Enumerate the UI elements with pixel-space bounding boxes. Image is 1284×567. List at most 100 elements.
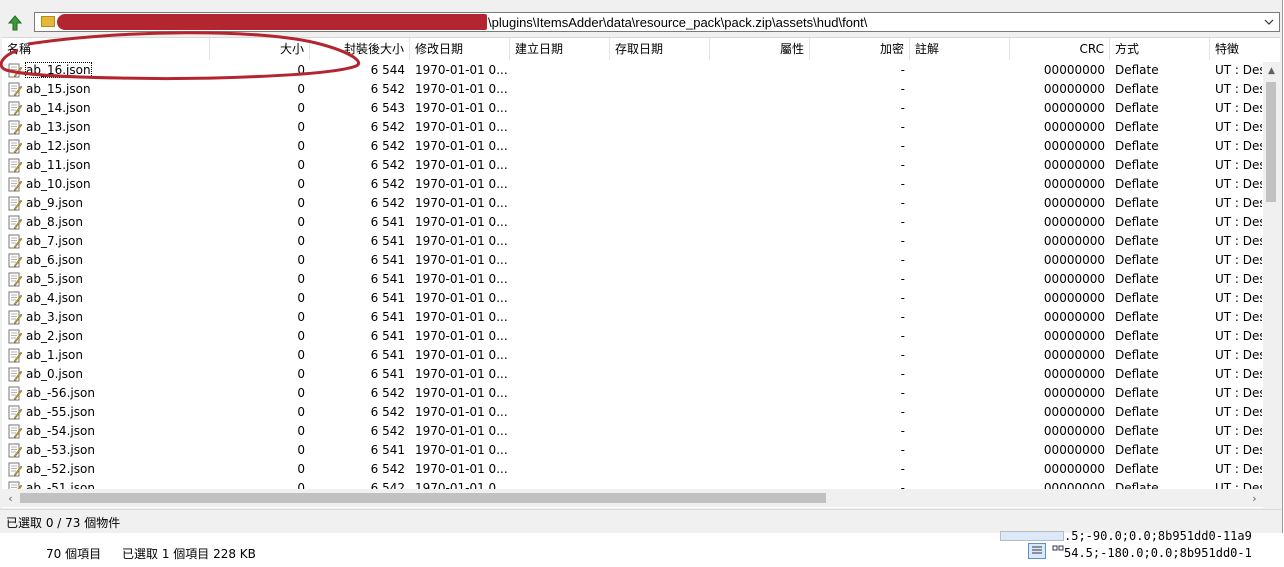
cell-name-text: ab_-54.json <box>26 424 95 438</box>
table-row[interactable]: ab_2.json 0 6 541 1970-01-01 0... - 00000000 D… <box>2 327 1262 346</box>
cell-name-text: ab_11.json <box>26 158 91 172</box>
cell-created <box>510 194 610 213</box>
table-row[interactable]: ab_12.json 0 6 542 1970-01-01 0... - 00000000… <box>2 137 1262 156</box>
horizontal-scrollbar[interactable]: ‹ › <box>2 489 1263 507</box>
column-header-packed-size[interactable]: 封裝後大小 <box>310 38 410 60</box>
cell-modified-text: 1970-01-01 0... <box>415 82 508 96</box>
column-header-method[interactable]: 方式 <box>1110 38 1210 60</box>
table-row[interactable]: ab_15.json 0 6 542 1970-01-01 0... - 00000000… <box>2 80 1262 99</box>
table-row[interactable]: ab_5.json 0 6 541 1970-01-01 0... - 00000000 D… <box>2 270 1262 289</box>
cell-method-text: Deflate <box>1115 462 1159 476</box>
cell-char: UT : Des <box>1210 251 1262 270</box>
cell-method-text: Deflate <box>1115 215 1159 229</box>
table-row[interactable]: ab_10.json 0 6 542 1970-01-01 0... - 00000000… <box>2 175 1262 194</box>
cell-packed-text: 6 541 <box>370 329 405 343</box>
cell-size-text: 0 <box>297 82 305 96</box>
menu-bar[interactable] <box>0 0 1282 8</box>
column-header-attributes[interactable]: 屬性 <box>710 38 810 60</box>
table-row[interactable]: ab_9.json 0 6 542 1970-01-01 0... - 00000000 D… <box>2 194 1262 213</box>
cell-attr <box>710 403 810 422</box>
table-row[interactable]: ab_3.json 0 6 541 1970-01-01 0... - 00000000 D… <box>2 308 1262 327</box>
cell-method-text: Deflate <box>1115 101 1159 115</box>
table-row[interactable]: ab_-55.json 0 6 542 1970-01-01 0... - 0000000… <box>2 403 1262 422</box>
cell-encrypted-text: - <box>900 196 905 210</box>
table-row[interactable]: ab_16.json 0 6 544 1970-01-01 0... - 00000000… <box>2 61 1262 80</box>
scroll-right-icon[interactable]: › <box>1246 489 1263 507</box>
table-row[interactable]: ab_6.json 0 6 541 1970-01-01 0... - 00000000 D… <box>2 251 1262 270</box>
cell-size: 0 <box>210 232 310 251</box>
cell-comment <box>910 156 1010 175</box>
cell-name-text: ab_13.json <box>26 120 91 134</box>
table-row[interactable]: ab_13.json 0 6 542 1970-01-01 0... - 00000000… <box>2 118 1262 137</box>
column-header-size[interactable]: 大小 <box>210 38 310 60</box>
details-view-icon[interactable] <box>1028 543 1046 559</box>
column-header-encrypted[interactable]: 加密 <box>810 38 910 60</box>
cell-packed: 6 541 <box>310 365 410 384</box>
column-header-created[interactable]: 建立日期 <box>510 38 610 60</box>
cell-size: 0 <box>210 175 310 194</box>
cell-method: Deflate <box>1110 289 1210 308</box>
column-header-modified[interactable]: 修改日期 <box>410 38 510 60</box>
cell-accessed <box>610 403 710 422</box>
cell-encrypted-text: - <box>900 82 905 96</box>
cell-encrypted-text: - <box>900 234 905 248</box>
cell-crc: 00000000 <box>1010 194 1110 213</box>
table-row[interactable]: ab_4.json 0 6 541 1970-01-01 0... - 00000000 D… <box>2 289 1262 308</box>
cell-attr <box>710 232 810 251</box>
cell-encrypted-text: - <box>900 63 905 77</box>
column-header-name[interactable]: 名稱 <box>2 38 210 60</box>
table-row[interactable]: ab_-54.json 0 6 542 1970-01-01 0... - 0000000… <box>2 422 1262 441</box>
cell-size-text: 0 <box>297 272 305 286</box>
folder-icon <box>41 16 55 27</box>
cell-char: UT : Des <box>1210 365 1262 384</box>
cell-char: UT : Des <box>1210 460 1262 479</box>
cell-created <box>510 137 610 156</box>
cell-name-text: ab_5.json <box>26 272 83 286</box>
cell-crc: 00000000 <box>1010 365 1110 384</box>
scroll-up-icon[interactable]: ▲ <box>1263 62 1280 79</box>
cell-char-text: UT : Des <box>1215 177 1262 191</box>
table-row[interactable]: ab_14.json 0 6 543 1970-01-01 0... - 00000000… <box>2 99 1262 118</box>
cell-created <box>510 289 610 308</box>
table-row[interactable]: ab_-56.json 0 6 542 1970-01-01 0... - 0000000… <box>2 384 1262 403</box>
table-row[interactable]: ab_-53.json 0 6 541 1970-01-01 0... - 0000000… <box>2 441 1262 460</box>
vertical-scroll-thumb[interactable] <box>1266 82 1276 202</box>
table-row[interactable]: ab_7.json 0 6 541 1970-01-01 0... - 00000000 D… <box>2 232 1262 251</box>
cell-packed: 6 541 <box>310 327 410 346</box>
cell-attr <box>710 422 810 441</box>
cell-method-text: Deflate <box>1115 234 1159 248</box>
cell-char-text: UT : Des <box>1215 63 1262 77</box>
cell-modified: 1970-01-01 0... <box>410 251 510 270</box>
cell-crc-text: 00000000 <box>1043 443 1105 457</box>
column-header-characteristics[interactable]: 特徵 <box>1210 38 1280 60</box>
background-selection-strip <box>1000 531 1064 541</box>
address-bar[interactable]: \plugins\ItemsAdder\data\resource_pack\p… <box>34 12 1280 32</box>
scroll-left-icon[interactable]: ‹ <box>2 489 19 507</box>
cell-size: 0 <box>210 194 310 213</box>
column-header-crc[interactable]: CRC <box>1010 38 1110 60</box>
table-row[interactable]: ab_1.json 0 6 541 1970-01-01 0... - 00000000 D… <box>2 346 1262 365</box>
cell-method: Deflate <box>1110 232 1210 251</box>
cell-char: UT : Des <box>1210 270 1262 289</box>
column-header-accessed[interactable]: 存取日期 <box>610 38 710 60</box>
up-folder-button[interactable] <box>5 13 25 33</box>
chevron-down-icon[interactable] <box>1261 15 1277 29</box>
table-row[interactable]: ab_0.json 0 6 541 1970-01-01 0... - 00000000 D… <box>2 365 1262 384</box>
file-list[interactable]: 名稱 大小 封裝後大小 修改日期 建立日期 存取日期 屬性 加密 註解 CRC … <box>2 37 1280 508</box>
table-row[interactable]: ab_11.json 0 6 542 1970-01-01 0... - 00000000… <box>2 156 1262 175</box>
cell-encrypted: - <box>810 232 910 251</box>
cell-method: Deflate <box>1110 156 1210 175</box>
horizontal-scroll-thumb[interactable] <box>20 493 826 503</box>
cell-name: ab_3.json <box>2 308 210 327</box>
table-row[interactable]: ab_8.json 0 6 541 1970-01-01 0... - 00000000 D… <box>2 213 1262 232</box>
cell-crc-text: 00000000 <box>1043 82 1105 96</box>
cell-crc-text: 00000000 <box>1043 215 1105 229</box>
cell-method-text: Deflate <box>1115 177 1159 191</box>
vertical-scrollbar[interactable]: ▲ <box>1263 62 1280 508</box>
cell-modified-text: 1970-01-01 0... <box>415 139 508 153</box>
cell-char-text: UT : Des <box>1215 253 1262 267</box>
table-row[interactable]: ab_-52.json 0 6 542 1970-01-01 0... - 0000000… <box>2 460 1262 479</box>
column-header-comment[interactable]: 註解 <box>910 38 1010 60</box>
up-arrow-icon <box>7 15 23 31</box>
cell-comment <box>910 460 1010 479</box>
